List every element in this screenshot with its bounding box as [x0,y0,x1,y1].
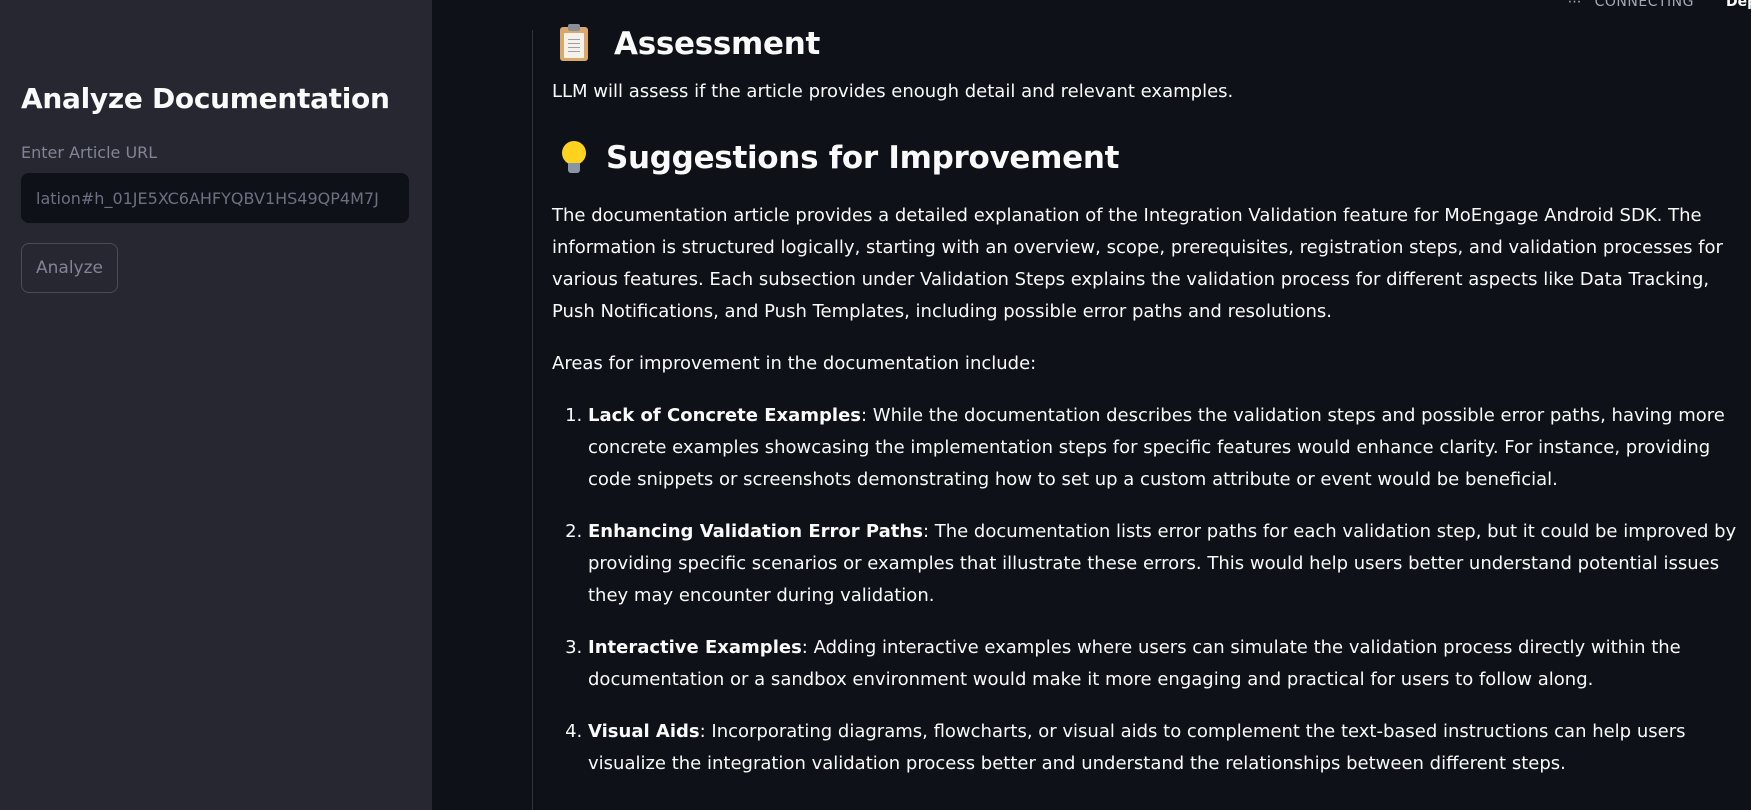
list-item-title: Lack of Concrete Examples [588,405,861,426]
list-item: Lack of Concrete Examples: While the doc… [588,400,1738,496]
list-item: Visual Aids: Incorporating diagrams, flo… [588,716,1738,780]
app-window: Analyze Documentation Enter Article URL … [0,0,1751,810]
connection-status: CONNECTING [1594,0,1694,10]
suggestions-heading: Suggestions for Improvement [552,136,1738,180]
list-item-title: Enhancing Validation Error Paths [588,521,923,542]
assessment-text: LLM will assess if the article provides … [552,81,1234,102]
deploy-button[interactable]: Deploy [1726,0,1751,10]
status-bar: ⋯ CONNECTING Deploy [1568,0,1751,12]
url-input-label: Enter Article URL [21,143,158,162]
areas-intro: Areas for improvement in the documentati… [552,353,1037,374]
article-url-input[interactable] [21,173,409,223]
main-content: Assessment LLM will assess if the articl… [552,18,1738,800]
list-item-text: : Incorporating diagrams, flowcharts, or… [588,721,1686,774]
list-item: Interactive Examples: Adding interactive… [588,632,1738,696]
suggestions-heading-text: Suggestions for Improvement [606,140,1120,176]
light-bulb-icon [562,141,586,175]
sidebar-title: Analyze Documentation [21,82,390,115]
content-divider [532,30,533,810]
assessment-heading: Assessment [552,22,1738,66]
suggestions-intro: The documentation article provides a det… [552,205,1723,322]
list-item: Enhancing Validation Error Paths: The do… [588,516,1738,612]
clipboard-icon [560,24,588,61]
assessment-heading-text: Assessment [614,26,821,62]
analyze-button[interactable]: Analyze [21,243,118,293]
list-item-title: Interactive Examples [588,637,802,658]
sidebar: Analyze Documentation Enter Article URL … [0,0,432,810]
list-item-title: Visual Aids [588,721,700,742]
improvement-list: Lack of Concrete Examples: While the doc… [552,400,1738,780]
connecting-spinner-icon: ⋯ [1567,0,1583,10]
